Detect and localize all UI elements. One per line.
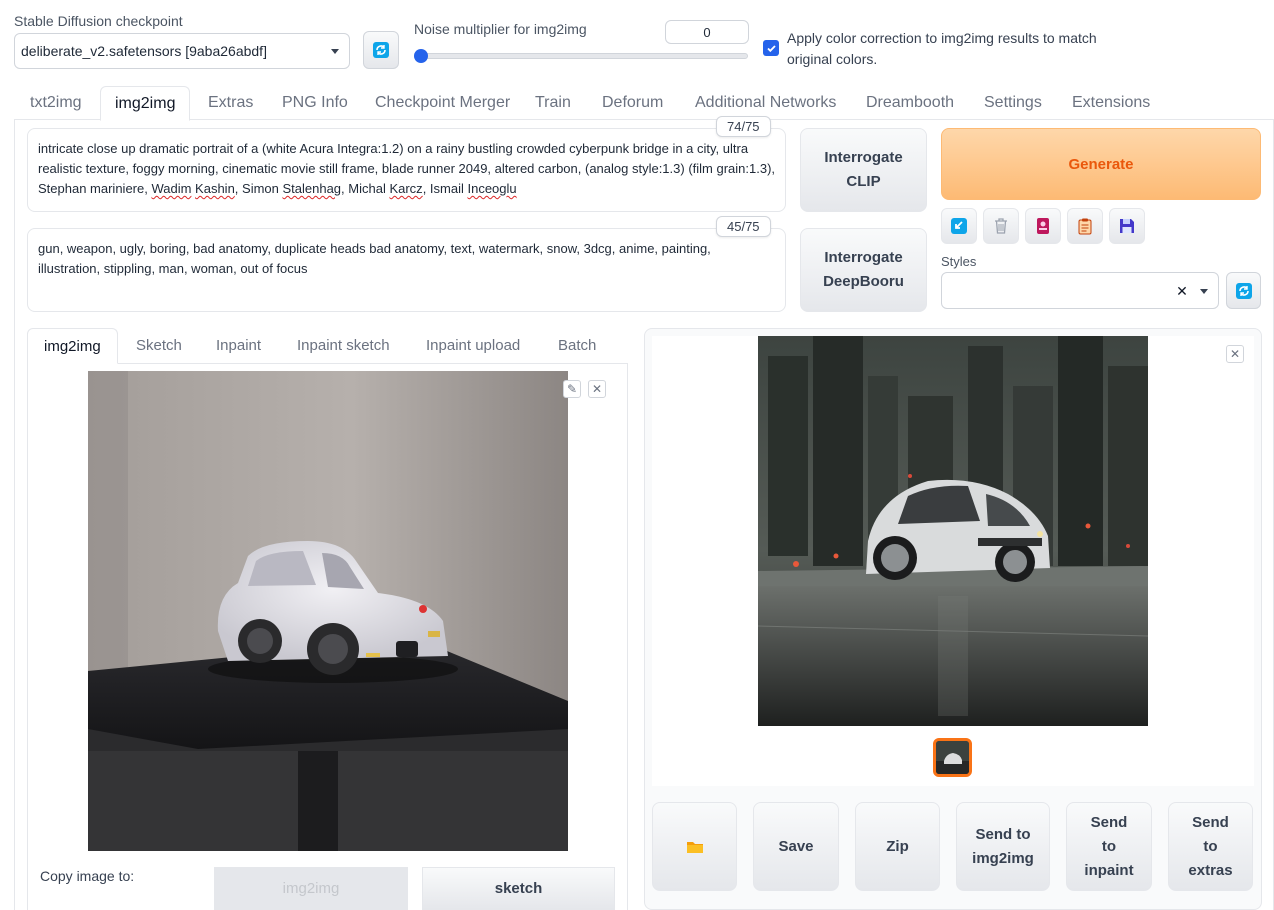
- output-image[interactable]: [758, 336, 1148, 726]
- styles-label: Styles: [941, 254, 977, 269]
- noise-slider-track[interactable]: [414, 53, 748, 59]
- clear-icon[interactable]: ✕: [1174, 283, 1190, 299]
- tab-extras[interactable]: Extras: [194, 86, 267, 120]
- main-tabs: txt2img img2img Extras PNG Info Checkpoi…: [14, 86, 1274, 121]
- copy-to-sketch-button[interactable]: sketch: [422, 867, 615, 910]
- apply-params-button[interactable]: [941, 208, 977, 244]
- read-params-button[interactable]: [1067, 208, 1103, 244]
- generate-button[interactable]: Generate: [941, 128, 1261, 200]
- folder-icon: [686, 841, 703, 853]
- tab-additional-networks[interactable]: Additional Networks: [681, 86, 850, 120]
- checkpoint-label: Stable Diffusion checkpoint: [14, 13, 183, 29]
- tab-settings[interactable]: Settings: [970, 86, 1056, 120]
- save-style-button[interactable]: [1109, 208, 1145, 244]
- zip-button[interactable]: Zip: [855, 802, 940, 891]
- send-to-img2img-button[interactable]: Send to img2img: [956, 802, 1050, 891]
- arrow-icon: [951, 218, 967, 234]
- clipboard-icon: [1078, 218, 1092, 235]
- edit-icon[interactable]: ✎: [563, 380, 581, 398]
- close-icon[interactable]: ✕: [1226, 345, 1244, 363]
- tab-checkpoint-merger[interactable]: Checkpoint Merger: [361, 86, 524, 120]
- noise-slider-handle[interactable]: [414, 49, 428, 63]
- interrogate-clip-button[interactable]: Interrogate CLIP: [800, 128, 927, 212]
- refresh-icon: [373, 42, 389, 58]
- send-to-extras-button[interactable]: Send to extras: [1168, 802, 1253, 891]
- refresh-styles-button[interactable]: [1226, 272, 1261, 309]
- color-correction-label: Apply color correction to img2img result…: [787, 30, 1097, 67]
- prompt-textarea[interactable]: intricate close up dramatic portrait of …: [27, 128, 786, 212]
- tab-dreambooth[interactable]: Dreambooth: [852, 86, 968, 120]
- tab-txt2img[interactable]: txt2img: [16, 86, 96, 120]
- tab-train[interactable]: Train: [521, 86, 585, 120]
- save-icon: [1120, 219, 1134, 233]
- check-icon: [766, 44, 776, 52]
- subtab-inpaint-sketch[interactable]: Inpaint sketch: [281, 328, 406, 363]
- tab-deforum[interactable]: Deforum: [588, 86, 677, 120]
- card-icon: [1037, 218, 1049, 234]
- chevron-down-icon: [331, 49, 339, 54]
- checkpoint-dropdown[interactable]: deliberate_v2.safetensors [9aba26abdf]: [14, 33, 350, 69]
- subtab-inpaint[interactable]: Inpaint: [200, 328, 277, 363]
- save-button[interactable]: Save: [753, 802, 839, 891]
- input-image[interactable]: [88, 371, 568, 851]
- color-correction-checkbox[interactable]: [763, 40, 779, 56]
- subtab-batch[interactable]: Batch: [542, 328, 612, 363]
- subtab-sketch[interactable]: Sketch: [120, 328, 198, 363]
- tab-png-info[interactable]: PNG Info: [268, 86, 362, 120]
- trash-icon: [995, 218, 1007, 234]
- extra-networks-button[interactable]: [1025, 208, 1061, 244]
- copy-image-to-label: Copy image to:: [40, 868, 135, 884]
- subtab-img2img[interactable]: img2img: [27, 328, 118, 364]
- tab-extensions[interactable]: Extensions: [1058, 86, 1164, 120]
- checkpoint-value: deliberate_v2.safetensors [9aba26abdf]: [21, 43, 267, 59]
- copy-to-img2img-button[interactable]: img2img: [214, 867, 408, 910]
- close-icon[interactable]: ✕: [588, 380, 606, 398]
- refresh-icon: [1235, 282, 1252, 299]
- interrogate-deepbooru-button[interactable]: Interrogate DeepBooru: [800, 228, 927, 312]
- negative-prompt-token-counter: 45/75: [716, 216, 771, 237]
- negative-prompt-textarea[interactable]: gun, weapon, ugly, boring, bad anatomy, …: [27, 228, 786, 312]
- tab-img2img[interactable]: img2img: [100, 86, 191, 121]
- styles-dropdown[interactable]: ✕: [941, 272, 1219, 309]
- refresh-checkpoint-button[interactable]: [363, 31, 399, 69]
- clear-prompt-button[interactable]: [983, 208, 1019, 244]
- chevron-down-icon: [1200, 288, 1208, 294]
- open-folder-button[interactable]: [652, 802, 737, 891]
- prompt-token-counter: 74/75: [716, 116, 771, 137]
- gallery-thumbnail[interactable]: [933, 738, 972, 777]
- image-tabs: img2img Sketch Inpaint Inpaint sketch In…: [27, 328, 628, 364]
- send-to-inpaint-button[interactable]: Send to inpaint: [1066, 802, 1152, 891]
- subtab-inpaint-upload[interactable]: Inpaint upload: [410, 328, 536, 363]
- noise-label: Noise multiplier for img2img: [414, 21, 587, 37]
- noise-value-input[interactable]: 0: [665, 20, 749, 44]
